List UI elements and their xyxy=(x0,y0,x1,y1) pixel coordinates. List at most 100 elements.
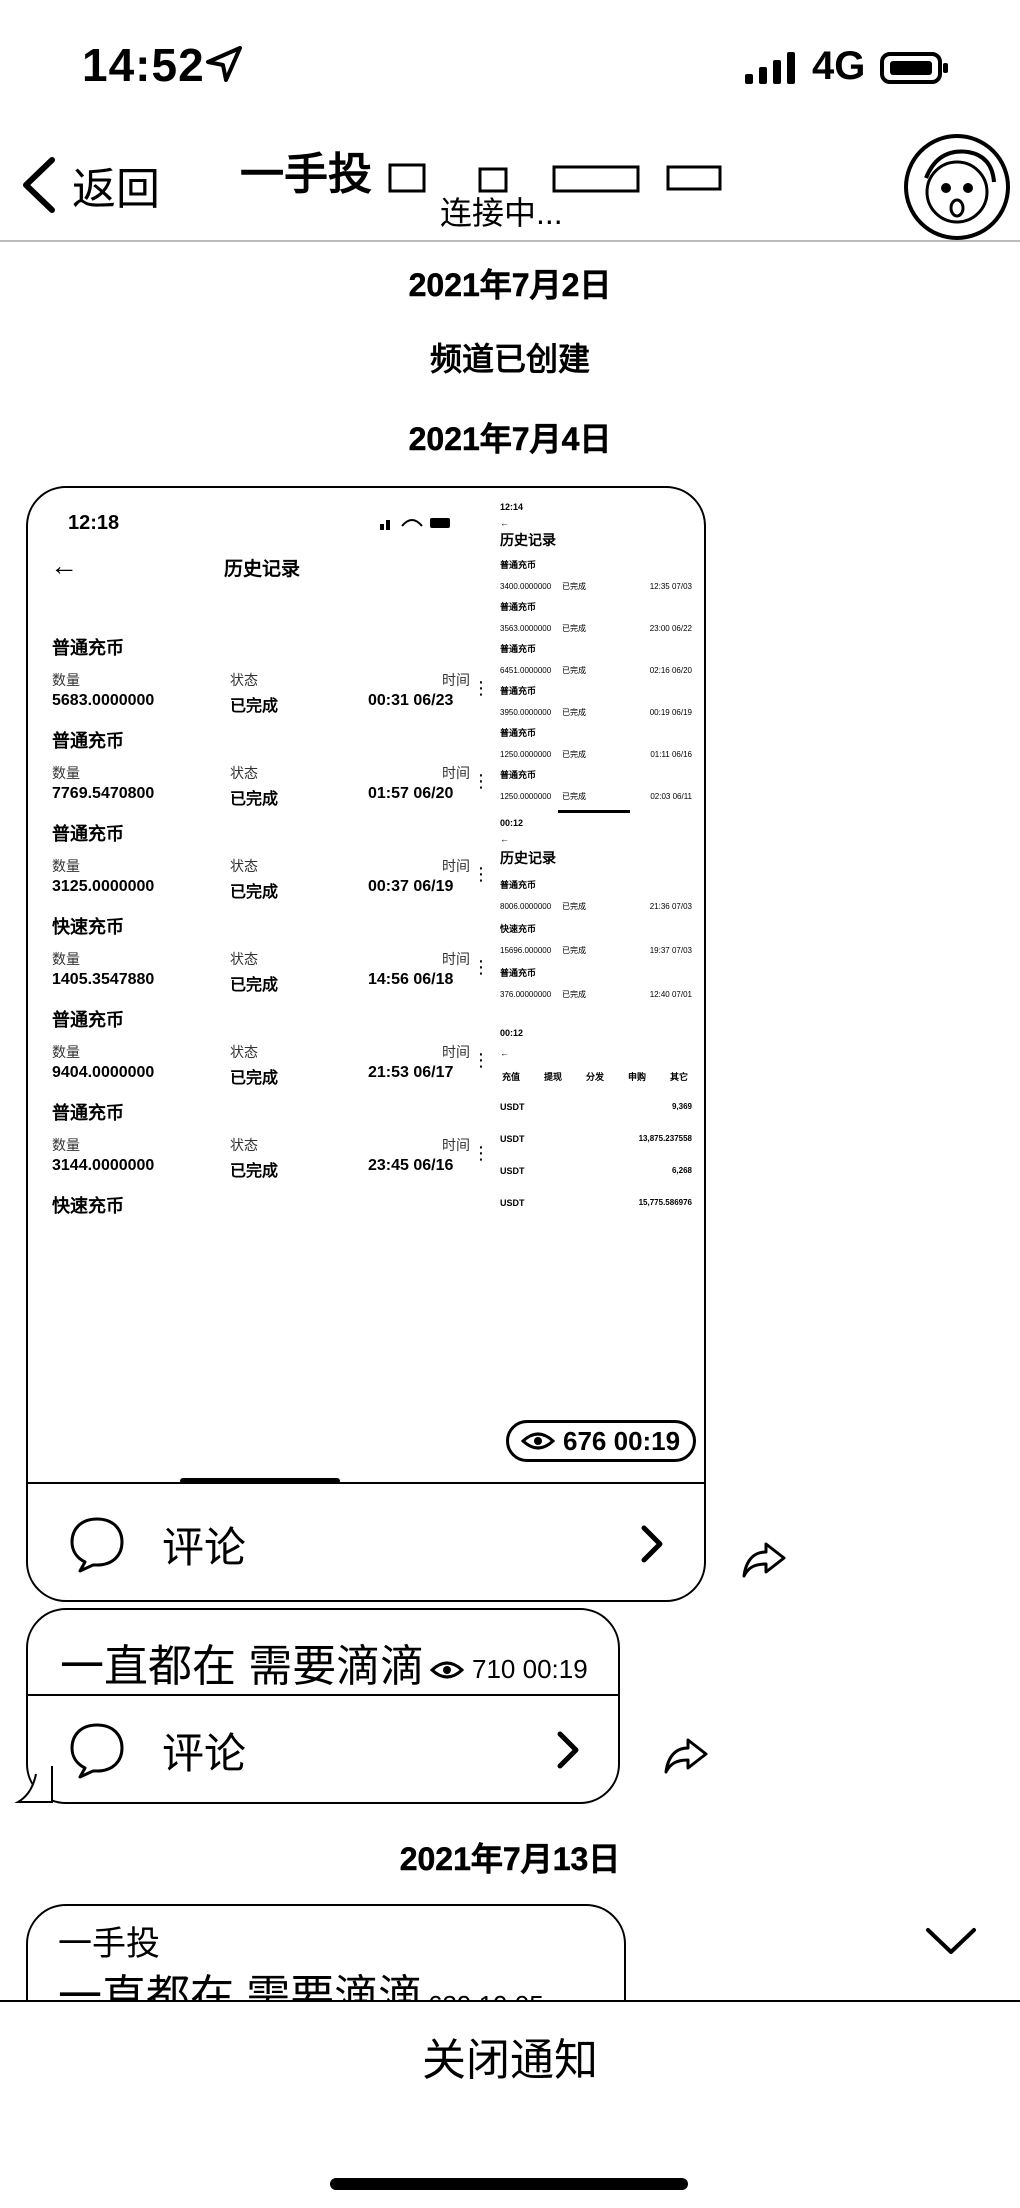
record-status: 已完成 xyxy=(230,977,279,994)
channel-avatar[interactable] xyxy=(904,134,1010,240)
record-time: 00:31 06/23 xyxy=(368,692,454,709)
shot-record-row: 快速充币 数量 状态 时间 1405.3547880 已完成 14:56 06/… xyxy=(48,913,490,1006)
mini-row-status: 已完成 xyxy=(562,792,586,801)
mini-coin: USDT xyxy=(500,1134,525,1144)
redacted-title-mark xyxy=(388,163,722,193)
message-bubble-text[interactable]: 一直都在 需要滴滴 710 00:19 评论 xyxy=(26,1608,620,1804)
avatar-face-icon xyxy=(924,149,996,224)
preview-sender: 一手投 xyxy=(58,1925,160,1963)
screenshot-left-phone: 12:18 ← 历史记录 普通充币 数量 状态 时间 5683.0000000 … xyxy=(28,488,490,1498)
mini-row-amount: 15696.000000 xyxy=(500,946,552,955)
more-vertical-icon: ⋮ xyxy=(472,957,490,977)
record-col-qty: 数量 xyxy=(52,951,80,967)
close-notifications-button[interactable]: 关闭通知 xyxy=(380,2024,640,2088)
comment-bubble-icon xyxy=(70,1517,124,1573)
record-status: 已完成 xyxy=(230,884,279,901)
record-col-qty: 数量 xyxy=(52,765,80,781)
post-views-time: 710 00:19 xyxy=(430,1654,588,1685)
mini-coin-value: 13,875.237558 xyxy=(638,1134,692,1143)
mini-row-amount: 3563.0000000 xyxy=(500,624,552,633)
shot-record-row: 普通充币 数量 状态 时间 3144.0000000 已完成 23:45 06/… xyxy=(48,1099,490,1192)
mini-coin-value: 6,268 xyxy=(671,1166,692,1175)
mini-tab: 充值 xyxy=(502,1072,521,1082)
chevron-right-icon xyxy=(641,1525,663,1563)
record-col-qty: 数量 xyxy=(52,1137,80,1153)
record-time: 00:37 06/19 xyxy=(368,878,454,895)
shot-record-row: 普通充币 数量 状态 时间 7769.5470800 已完成 01:57 06/… xyxy=(48,727,490,820)
mini-home-indicator xyxy=(558,810,630,813)
mini-title: 历史记录 xyxy=(500,532,556,548)
record-col-status: 状态 xyxy=(230,1044,258,1060)
mini-row-amount: 8006.0000000 xyxy=(500,902,552,911)
mini-tab: 申购 xyxy=(628,1072,647,1082)
mini-row-type: 普通充币 xyxy=(500,560,537,570)
views-time-text: 710 00:19 xyxy=(472,1654,588,1684)
record-type: 普通充币 xyxy=(52,1010,124,1030)
cellular-signal-icon xyxy=(745,52,795,84)
network-type: 4G xyxy=(812,44,866,88)
screenshot-mini-2: 00:12 ← 历史记录 普通充币 8006.0000000 已完成 21:36… xyxy=(494,818,704,1008)
chat-screen: 14:52 4G 返回 一手投 连接中... 2021年7月2日 频道已创建 2… xyxy=(0,0,1020,2208)
location-arrow-icon xyxy=(206,46,242,82)
mini-coin-value: 9,369 xyxy=(671,1102,692,1111)
back-button[interactable]: 返回 xyxy=(18,150,160,220)
record-amount: 9404.0000000 xyxy=(52,1064,155,1081)
channel-created-notice: 频道已创建 xyxy=(429,341,590,377)
record-type: 普通充币 xyxy=(52,638,124,658)
shot-back-arrow-icon: ← xyxy=(50,550,78,581)
home-indicator xyxy=(330,2178,688,2190)
back-label: 返回 xyxy=(72,165,160,214)
screenshot-mini-3: 00:12 ← 充值 提现 分发 申购 其它 USDT 9,369 USDT 1… xyxy=(494,1028,704,1228)
mini-row-status: 已完成 xyxy=(562,902,586,911)
comments-button[interactable]: 评论 xyxy=(28,1694,618,1802)
mini-row-status: 已完成 xyxy=(562,708,586,717)
mini-row-amount: 1250.0000000 xyxy=(500,792,552,801)
mini-row-status: 已完成 xyxy=(562,624,586,633)
more-vertical-icon: ⋮ xyxy=(472,1143,490,1163)
attached-screenshot[interactable]: 12:18 ← 历史记录 普通充币 数量 状态 时间 5683.0000000 … xyxy=(28,488,704,1498)
status-time: 14:52 xyxy=(82,39,205,91)
share-forward-icon[interactable] xyxy=(740,1538,788,1582)
record-col-time: 时间 xyxy=(442,765,470,781)
mini-row-time: 19:37 07/03 xyxy=(649,946,692,955)
mini-row-status: 已完成 xyxy=(562,750,586,759)
record-col-status: 状态 xyxy=(230,858,258,874)
share-forward-icon[interactable] xyxy=(662,1734,710,1778)
record-col-qty: 数量 xyxy=(52,858,80,874)
record-type: 普通充币 xyxy=(52,1103,124,1123)
mini-coin: USDT xyxy=(500,1102,525,1112)
record-type: 普通充币 xyxy=(52,824,124,844)
chevron-down-icon[interactable] xyxy=(924,1924,978,1958)
mini-row-amount: 1250.0000000 xyxy=(500,750,552,759)
record-time: 01:57 06/20 xyxy=(368,785,454,802)
record-col-status: 状态 xyxy=(230,1137,258,1153)
mini-row-status: 已完成 xyxy=(562,582,586,591)
status-bar: 14:52 4G xyxy=(0,0,1020,130)
record-amount: 3125.0000000 xyxy=(52,878,155,895)
record-type: 快速充币 xyxy=(52,1196,124,1216)
record-amount: 3144.0000000 xyxy=(52,1157,155,1174)
record-amount: 1405.3547880 xyxy=(52,971,155,988)
date-separator: 2021年7月13日 xyxy=(399,1841,621,1878)
record-col-time: 时间 xyxy=(442,672,470,688)
mini-row-time: 00:19 06/19 xyxy=(649,708,692,717)
mini-tab: 分发 xyxy=(586,1072,605,1082)
mini-row-time: 12:35 07/03 xyxy=(649,582,692,591)
comments-button[interactable]: 评论 xyxy=(28,1482,704,1600)
date-separator: 2021年7月4日 xyxy=(408,421,612,458)
date-separator: 2021年7月2日 xyxy=(408,267,612,304)
comments-label: 评论 xyxy=(162,1523,247,1571)
record-type: 普通充币 xyxy=(52,731,124,751)
eye-icon xyxy=(521,1432,555,1450)
mini-back-arrow-icon: ← xyxy=(500,518,509,528)
mini-back-arrow-icon: ← xyxy=(500,1048,509,1058)
views-time-text: 676 00:19 xyxy=(563,1425,681,1456)
record-amount: 7769.5470800 xyxy=(52,785,155,802)
mini-row-time: 02:03 06/11 xyxy=(650,792,692,801)
record-amount: 5683.0000000 xyxy=(52,692,155,709)
mini-row-time: 01:11 06/16 xyxy=(650,750,692,759)
message-bubble-screenshot[interactable]: 12:18 ← 历史记录 普通充币 数量 状态 时间 5683.0000000 … xyxy=(26,486,706,1602)
mini-coin: USDT xyxy=(500,1166,525,1176)
mini-title: 历史记录 xyxy=(500,850,556,866)
comment-bubble-icon xyxy=(70,1723,124,1779)
